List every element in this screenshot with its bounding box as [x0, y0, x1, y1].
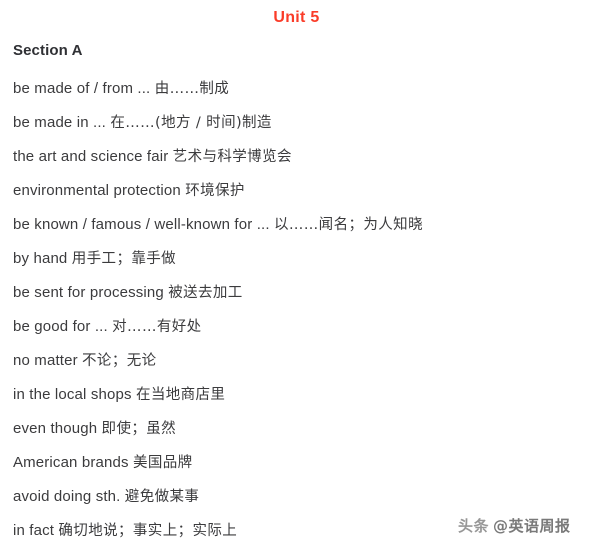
entry-english: in the local shops [13, 386, 136, 403]
vocabulary-entry-list: be made of / from ... 由……制成 be made in ..… [13, 72, 583, 548]
entry-english: American brands [13, 454, 133, 471]
entry-english: in fact [13, 522, 59, 539]
section-heading: Section A [13, 42, 83, 59]
entry-chinese: 不论；无论 [82, 353, 157, 369]
vocabulary-entry: be good for ... 对……有好处 [13, 310, 583, 344]
entry-chinese: 被送去加工 [168, 285, 243, 301]
entry-chinese: 美国品牌 [132, 455, 193, 471]
vocabulary-entry: American brands 美国品牌 [13, 446, 583, 480]
entry-english: even though [13, 420, 102, 437]
entry-chinese: 用手工；靠手做 [71, 251, 177, 267]
watermark-brand: 头条 [458, 517, 490, 535]
entry-english: the art and science fair [13, 148, 173, 165]
watermark: 头条 @英语周报 [458, 516, 571, 537]
entry-chinese: 确切地说；事实上；实际上 [58, 523, 238, 539]
vocabulary-entry: in the local shops 在当地商店里 [13, 378, 583, 412]
entry-english: avoid doing sth. [13, 488, 125, 505]
vocabulary-entry: avoid doing sth. 避免做某事 [13, 480, 583, 514]
vocabulary-entry: be made of / from ... 由……制成 [13, 72, 583, 106]
vocabulary-entry: the art and science fair 艺术与科学博览会 [13, 140, 583, 174]
vocabulary-entry: environmental protection 环境保护 [13, 174, 583, 208]
entry-chinese: 即使；虽然 [101, 421, 177, 437]
vocabulary-entry: by hand 用手工；靠手做 [13, 242, 583, 276]
entry-chinese: 在当地商店里 [135, 387, 226, 403]
document-page: Unit 5 Section A be made of / from ... 由… [0, 0, 593, 544]
entry-english: be known / famous / well-known for ... [13, 216, 274, 233]
page-title: Unit 5 [273, 9, 320, 26]
entry-english: no matter [13, 352, 83, 369]
entry-english: be made in ... [13, 114, 111, 131]
entry-english: by hand [13, 250, 72, 267]
entry-chinese: 由……制成 [154, 81, 230, 97]
entry-chinese: 在……(地方 / 时间)制造 [110, 115, 272, 131]
vocabulary-entry: no matter 不论；无论 [13, 344, 583, 378]
entry-english: be sent for processing [13, 284, 169, 301]
entry-chinese: 艺术与科学博览会 [172, 149, 292, 165]
entry-chinese: 环境保护 [185, 183, 245, 199]
entry-english: environmental protection [13, 182, 186, 199]
vocabulary-entry: be made in ... 在……(地方 / 时间)制造 [13, 106, 583, 140]
entry-chinese: 对……有好处 [112, 319, 202, 335]
entry-chinese: 避免做某事 [124, 489, 200, 505]
entry-english: be good for ... [13, 318, 113, 335]
entry-english: be made of / from ... [13, 80, 155, 97]
vocabulary-entry: even though 即使；虽然 [13, 412, 583, 446]
vocabulary-entry: be sent for processing 被送去加工 [13, 276, 583, 310]
watermark-handle: @英语周报 [493, 517, 571, 535]
vocabulary-entry: be known / famous / well-known for ... 以… [13, 208, 583, 242]
entry-chinese: 以……闻名；为人知晓 [273, 217, 423, 233]
